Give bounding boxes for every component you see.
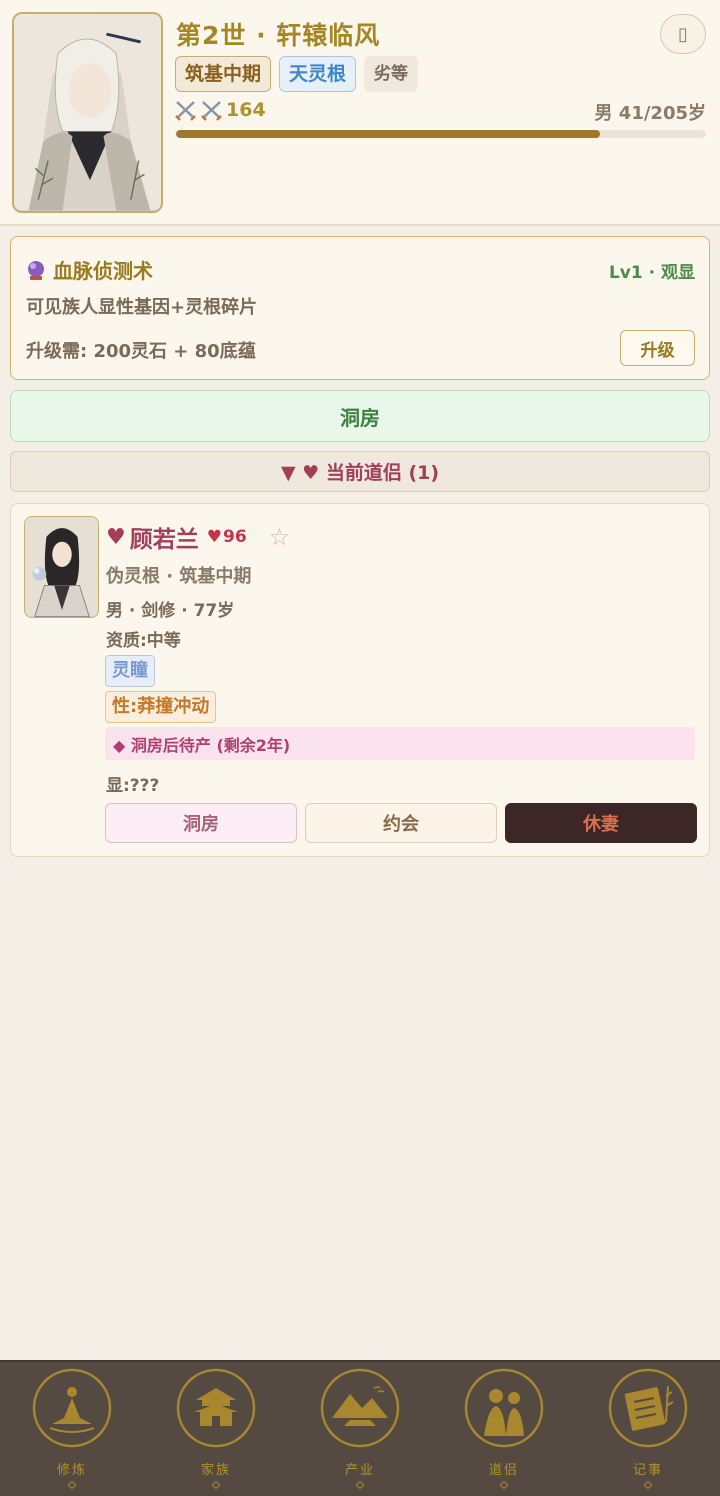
- nav-dot-icon: [67, 1480, 77, 1490]
- gender-age-text: 男 41/205岁: [594, 103, 706, 124]
- partner-root-realm: 伪灵根 · 筑基中期: [106, 566, 252, 587]
- character-header: 第2世 · 轩辕临风 ▯ 筑基中期 天灵根 劣等 164 男 41/205岁: [0, 0, 720, 226]
- skill-name: 血脉侦测术: [53, 259, 153, 283]
- nav-dot-icon: [643, 1480, 653, 1490]
- partner-name-row: ♥ 顾若兰 ♥ 96 ☆: [106, 520, 290, 554]
- partner-name: 顾若兰: [129, 527, 199, 553]
- mountain-estate-icon: [320, 1368, 400, 1448]
- upgrade-cost: 升级需: 200灵石 + 80底蕴: [26, 341, 256, 362]
- nav-item-records[interactable]: 记事: [576, 1362, 720, 1496]
- couple-icon: [464, 1368, 544, 1448]
- pregnancy-status: ◆ 洞房后待产 (剩余2年): [105, 727, 695, 760]
- lifespan-bar: [176, 130, 706, 138]
- realm-tag: 筑基中期: [175, 56, 272, 92]
- partner-portrait-icon: [25, 517, 98, 617]
- skill-description: 可见族人显性基因+灵根碎片: [26, 297, 258, 318]
- partner-card: ♥ 顾若兰 ♥ 96 ☆ 伪灵根 · 筑基中期 男 · 剑修 · 77岁 资质:…: [10, 503, 710, 857]
- date-button[interactable]: 约会: [305, 803, 497, 843]
- dominant-gene: 显:???: [106, 776, 160, 796]
- nav-label: 修炼: [56, 1463, 87, 1478]
- nav-dot-icon: [355, 1480, 365, 1490]
- partner-bridal-button[interactable]: 洞房: [105, 803, 297, 843]
- nav-item-cultivation[interactable]: 修炼: [0, 1362, 144, 1496]
- affection-value: 96: [222, 527, 247, 547]
- nav-dot-icon: [499, 1480, 509, 1490]
- grade-tag: 劣等: [364, 56, 419, 92]
- scroll-icon: [608, 1368, 688, 1448]
- divorce-button[interactable]: 休妻: [505, 803, 697, 843]
- meditation-icon: [32, 1368, 112, 1448]
- crystal-ball-icon: [28, 260, 44, 280]
- menu-icon: ▯: [678, 23, 688, 45]
- bloodline-skill-card: 血脉侦测术 Lv1 · 观显 可见族人显性基因+灵根碎片 升级需: 200灵石 …: [10, 236, 710, 380]
- character-portrait[interactable]: [12, 12, 163, 213]
- crossed-swords-icon: [175, 101, 196, 121]
- pavilion-icon: [176, 1368, 256, 1448]
- nav-label: 产业: [344, 1463, 375, 1478]
- heart-icon: ♥: [106, 524, 126, 550]
- nav-item-partner[interactable]: 道侣: [432, 1362, 576, 1496]
- personality-tag: 性:莽撞冲动: [105, 691, 217, 723]
- current-partner-toggle[interactable]: ▼ ♥ 当前道侣 (1): [10, 451, 710, 492]
- nav-label: 家族: [200, 1463, 231, 1478]
- partner-aptitude: 资质:中等: [106, 631, 181, 651]
- bridal-chamber-button[interactable]: 洞房: [10, 390, 710, 442]
- nav-label: 记事: [632, 1463, 663, 1478]
- affection-heart-icon: ♥: [206, 527, 222, 547]
- nav-label: 道侣: [488, 1463, 519, 1478]
- nav-dot-icon: [211, 1480, 221, 1490]
- partner-gender-class-age: 男 · 剑修 · 77岁: [106, 601, 235, 621]
- lifespan-bar-fill: [176, 130, 600, 138]
- nav-item-estate[interactable]: 产业: [288, 1362, 432, 1496]
- affection-badge: ♥ 96: [207, 527, 247, 547]
- skill-level: Lv1 · 观显: [608, 263, 695, 283]
- nav-item-family[interactable]: 家族: [144, 1362, 288, 1496]
- page-title: 第2世 · 轩辕临风: [176, 21, 381, 50]
- bottom-navigation: 修炼 家族 产业 道侣 记事: [0, 1360, 720, 1496]
- partner-actions: 洞房 约会 休妻: [105, 803, 697, 843]
- favorite-star-icon[interactable]: ☆: [269, 523, 291, 551]
- skill-title: 血脉侦测术: [25, 255, 153, 284]
- portrait-illustration-icon: [14, 14, 161, 211]
- spirit-eye-tag: 灵瞳: [105, 655, 155, 687]
- combat-power: 164: [174, 99, 266, 121]
- cultivation-tags: 筑基中期 天灵根 劣等: [175, 56, 419, 92]
- crossed-swords-icon: [201, 101, 222, 121]
- partner-avatar[interactable]: [24, 516, 99, 618]
- menu-button[interactable]: ▯: [660, 14, 706, 54]
- spirit-root-tag: 天灵根: [279, 56, 357, 92]
- upgrade-button[interactable]: 升级: [620, 330, 695, 366]
- combat-power-value: 164: [226, 99, 266, 121]
